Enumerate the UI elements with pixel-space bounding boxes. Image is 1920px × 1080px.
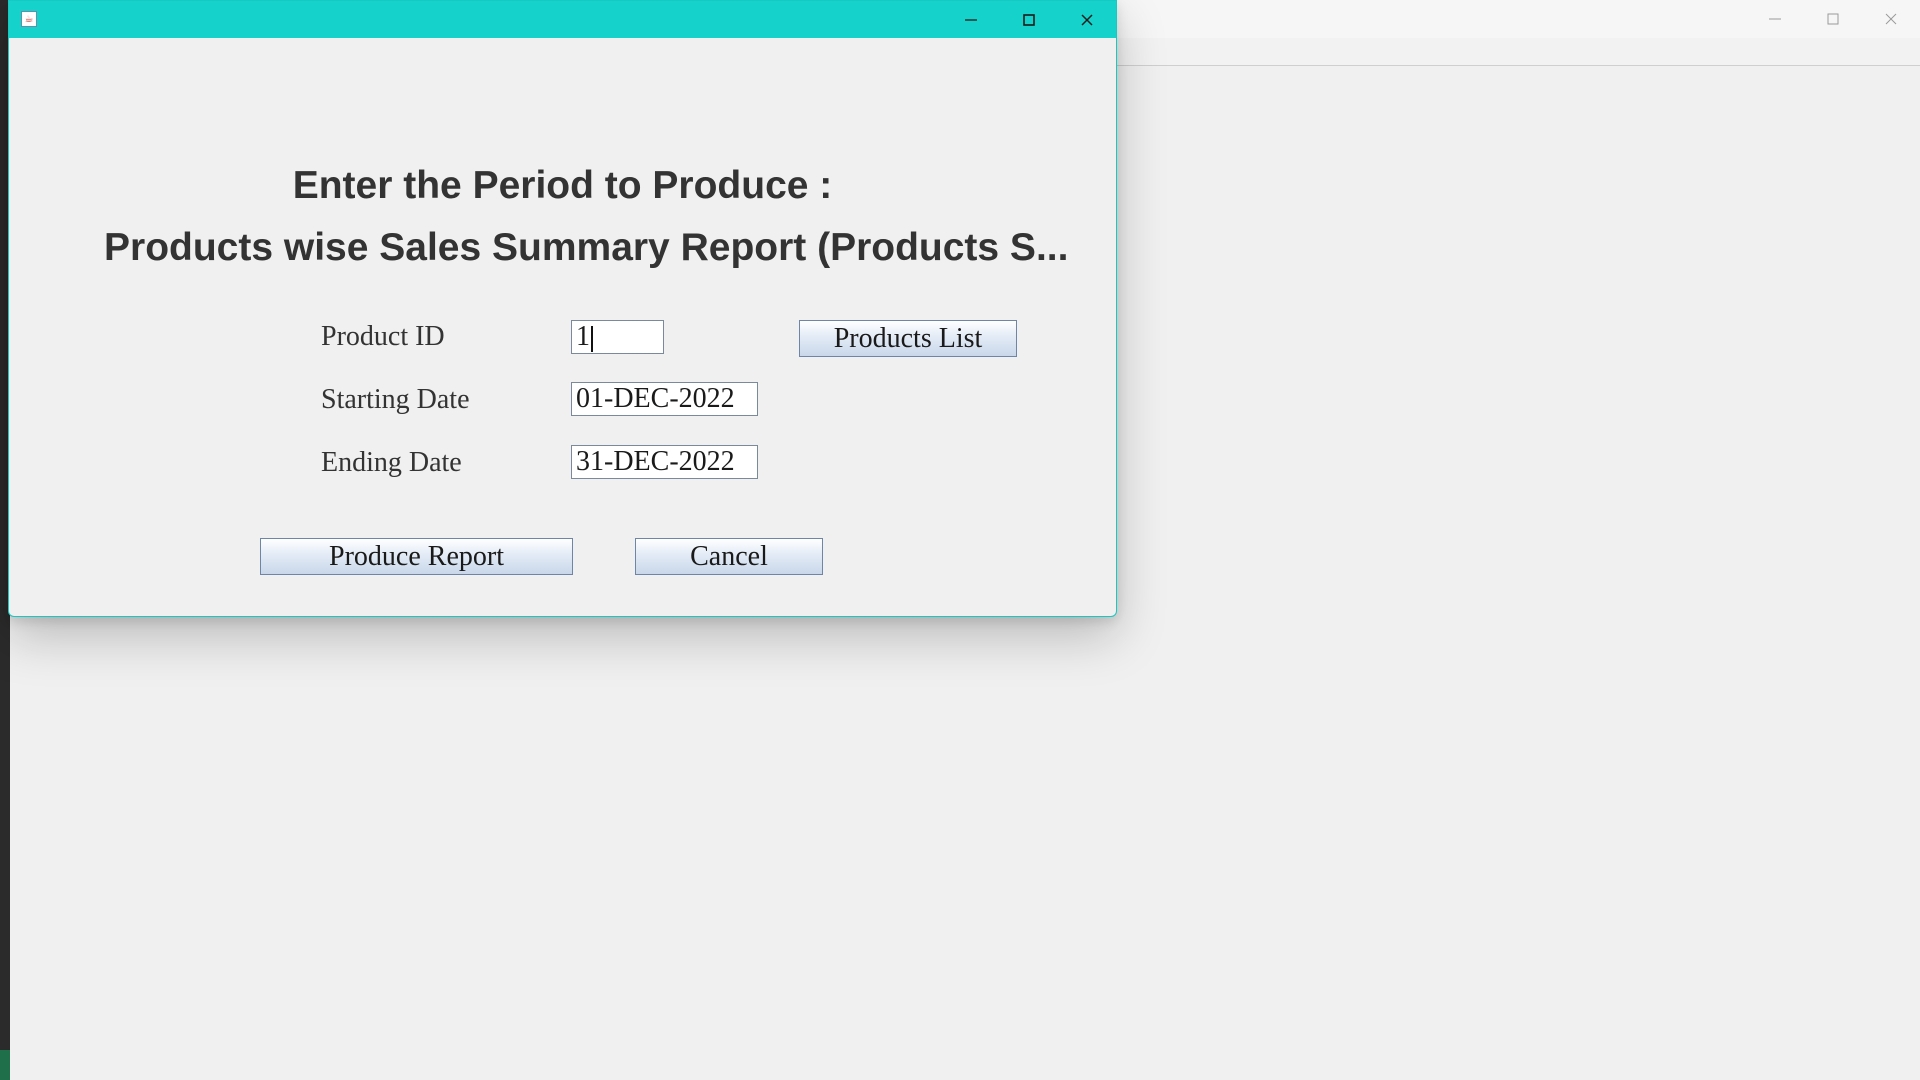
text-caret xyxy=(591,325,593,352)
product-id-label: Product ID xyxy=(321,321,445,352)
ending-date-input[interactable]: 31-DEC-2022 xyxy=(571,445,758,479)
background-maximize-button[interactable] xyxy=(1804,0,1862,38)
dialog-minimize-button[interactable] xyxy=(942,1,1000,38)
background-minimize-button[interactable] xyxy=(1746,0,1804,38)
dialog-close-button[interactable] xyxy=(1058,1,1116,38)
ending-date-label: Ending Date xyxy=(321,447,462,478)
product-id-input[interactable]: 1 xyxy=(571,320,664,354)
maximize-icon xyxy=(1827,13,1839,25)
starting-date-input[interactable]: 01-DEC-2022 xyxy=(571,382,758,416)
produce-report-button[interactable]: Produce Report xyxy=(260,538,573,575)
dialog-titlebar[interactable]: ☕ xyxy=(9,1,1116,38)
taskbar-accent xyxy=(0,1050,10,1080)
products-list-button[interactable]: Products List xyxy=(799,320,1017,357)
close-icon xyxy=(1885,13,1897,25)
report-period-dialog: ☕ Enter the Period to Produce : Products… xyxy=(8,0,1117,617)
product-id-value: 1 xyxy=(576,321,590,352)
maximize-icon xyxy=(1023,13,1035,26)
minimize-icon xyxy=(1769,18,1781,20)
starting-date-label: Starting Date xyxy=(321,384,470,415)
cancel-button[interactable]: Cancel xyxy=(635,538,823,575)
java-app-icon: ☕ xyxy=(21,11,37,27)
dialog-window-controls xyxy=(942,1,1116,38)
dialog-maximize-button[interactable] xyxy=(1000,1,1058,38)
background-window-controls xyxy=(1746,0,1920,38)
dialog-heading-line2: Products wise Sales Summary Report (Prod… xyxy=(104,226,1069,269)
dialog-heading-line1: Enter the Period to Produce : xyxy=(292,164,833,207)
close-icon xyxy=(1081,14,1093,25)
background-close-button[interactable] xyxy=(1862,0,1920,38)
minimize-icon xyxy=(965,18,977,21)
